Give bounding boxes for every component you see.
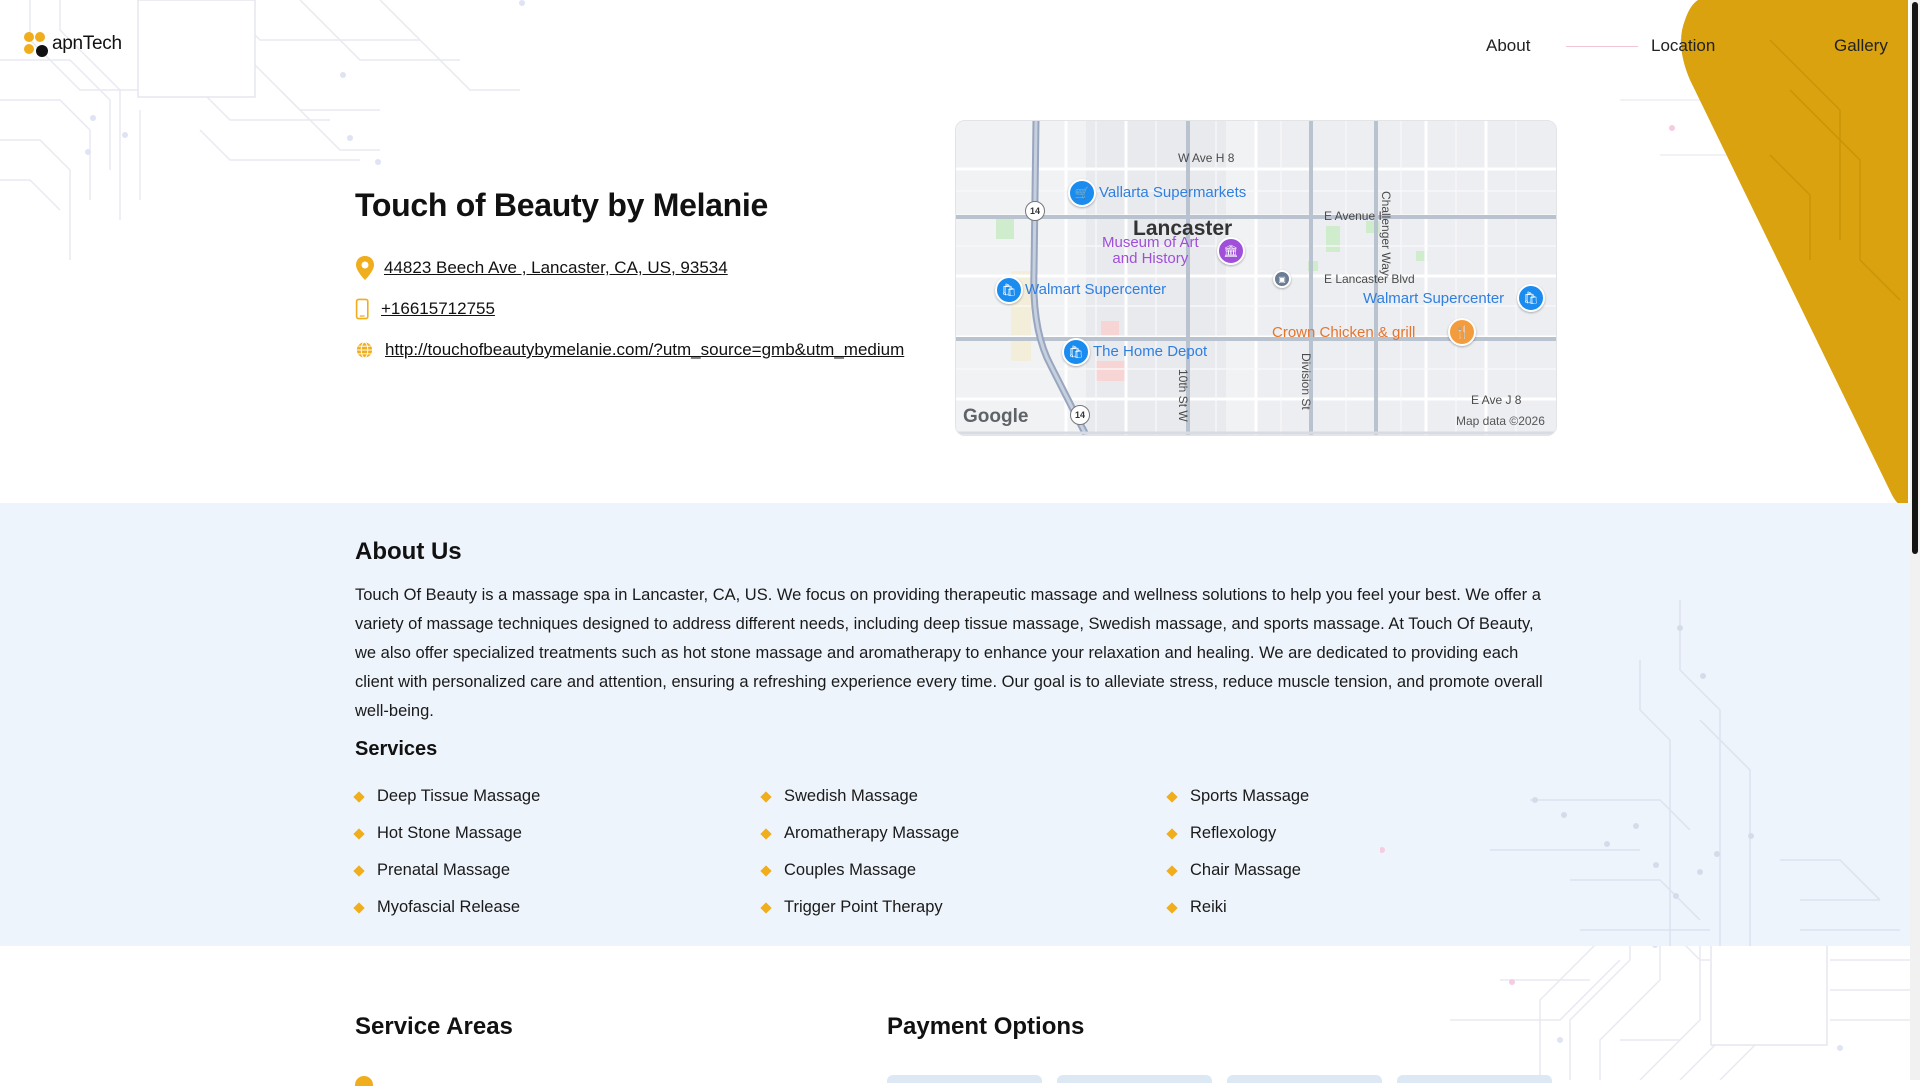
address-row: 44823 Beech Ave , Lancaster, CA, US, 935…	[355, 255, 728, 281]
diamond-bullet-icon	[353, 864, 365, 877]
road-label: E Ave J 8	[1471, 393, 1522, 407]
nav-divider	[1566, 46, 1638, 47]
diamond-bullet-icon	[353, 901, 365, 914]
payment-card	[1397, 1075, 1552, 1083]
museum-pin-icon[interactable]: 🏛	[1217, 237, 1245, 265]
service-item: Aromatherapy Massage	[760, 815, 959, 852]
business-title: Touch of Beauty by Melanie	[355, 187, 768, 223]
road-label: Division St	[1299, 353, 1313, 410]
map-attribution[interactable]: Map data ©2026	[1456, 414, 1545, 428]
brand-logo[interactable]: apnTech	[24, 32, 122, 57]
diamond-bullet-icon	[1166, 901, 1178, 914]
service-areas-heading: Service Areas	[355, 1013, 513, 1040]
service-item: Myofascial Release	[353, 889, 540, 926]
map-place-label[interactable]: Museum of Art and History	[1102, 235, 1199, 267]
website-link[interactable]: http://touchofbeautybymelanie.com/?utm_s…	[385, 340, 904, 360]
shopping-cart-pin-icon[interactable]: 🛒	[1068, 179, 1096, 207]
location-pin-icon	[355, 1076, 373, 1086]
service-item: Deep Tissue Massage	[353, 778, 540, 815]
service-item: Trigger Point Therapy	[760, 889, 959, 926]
site-header: apnTech About Location Gallery	[0, 0, 1920, 95]
diamond-bullet-icon	[1166, 864, 1178, 877]
map-place-label[interactable]: Vallarta Supermarkets	[1099, 184, 1246, 201]
road-label: E Avenue I	[1324, 209, 1382, 223]
services-column: Deep Tissue Massage Hot Stone Massage Pr…	[353, 778, 540, 926]
diamond-bullet-icon	[760, 790, 772, 803]
highway-14-shield-icon: 14	[1025, 201, 1045, 221]
diamond-bullet-icon	[353, 827, 365, 840]
nav-about[interactable]: About	[1486, 36, 1530, 56]
services-column: Swedish Massage Aromatherapy Massage Cou…	[760, 778, 959, 926]
road-label: 10th St W	[1176, 369, 1190, 422]
service-item: Chair Massage	[1166, 852, 1309, 889]
location-pin-icon	[356, 256, 374, 280]
shopping-bag-pin-icon[interactable]: 🛍	[995, 276, 1023, 304]
diamond-bullet-icon	[353, 790, 365, 803]
diamond-bullet-icon	[760, 827, 772, 840]
google-logo: Google	[963, 406, 1029, 427]
map-place-label[interactable]: Walmart Supercenter	[1363, 290, 1504, 307]
payment-card	[887, 1075, 1042, 1083]
service-item: Reiki	[1166, 889, 1309, 926]
service-item: Sports Massage	[1166, 778, 1309, 815]
diamond-bullet-icon	[760, 901, 772, 914]
page-scrollbar[interactable]	[1910, 0, 1920, 1080]
logo-text: apnTech	[52, 33, 122, 54]
map-place-label[interactable]: Walmart Supercenter	[1025, 281, 1166, 298]
map-place-label[interactable]: Crown Chicken & grill	[1272, 324, 1415, 341]
phone-link[interactable]: +16615712755	[381, 299, 495, 319]
shopping-bag-pin-icon[interactable]: 🛍	[1062, 338, 1090, 366]
road-label: Challenger Way	[1379, 191, 1393, 276]
globe-icon	[356, 341, 373, 359]
mobile-phone-icon	[355, 298, 369, 320]
website-row: http://touchofbeautybymelanie.com/?utm_s…	[355, 337, 904, 363]
highway-14-shield-icon: 14	[1070, 405, 1090, 425]
map-streets	[956, 121, 1556, 435]
service-item: Hot Stone Massage	[353, 815, 540, 852]
diamond-bullet-icon	[760, 864, 772, 877]
scrollbar-thumb[interactable]	[1912, 2, 1918, 554]
logo-mark-icon	[24, 32, 48, 57]
diamond-bullet-icon	[1166, 790, 1178, 803]
services-column: Sports Massage Reflexology Chair Massage…	[1166, 778, 1309, 926]
map-place-label[interactable]: The Home Depot	[1093, 343, 1207, 360]
service-item: Prenatal Massage	[353, 852, 540, 889]
service-item: Swedish Massage	[760, 778, 959, 815]
payment-options-heading: Payment Options	[887, 1013, 1085, 1040]
restaurant-pin-icon[interactable]: 🍴	[1448, 318, 1476, 346]
location-map[interactable]: 14 14 W Ave H 8 E Avenue I E Lancaster B…	[955, 120, 1557, 436]
address-link[interactable]: 44823 Beech Ave , Lancaster, CA, US, 935…	[384, 258, 728, 278]
service-item: Couples Massage	[760, 852, 959, 889]
service-item: Reflexology	[1166, 815, 1309, 852]
about-text: Touch Of Beauty is a massage spa in Lanc…	[355, 586, 1543, 720]
services-heading: Services	[355, 738, 438, 760]
phone-row: +16615712755	[355, 296, 495, 322]
nav-location[interactable]: Location	[1651, 36, 1715, 56]
road-label: W Ave H 8	[1178, 151, 1235, 165]
shopping-bag-pin-icon[interactable]: 🛍	[1517, 284, 1545, 312]
transit-icon: ▣	[1273, 270, 1291, 288]
road-label: E Lancaster Blvd	[1324, 272, 1415, 286]
payment-card	[1227, 1075, 1382, 1083]
about-heading: About Us	[355, 538, 462, 565]
nav-gallery[interactable]: Gallery	[1834, 36, 1888, 56]
diamond-bullet-icon	[1166, 827, 1178, 840]
payment-card	[1057, 1075, 1212, 1083]
